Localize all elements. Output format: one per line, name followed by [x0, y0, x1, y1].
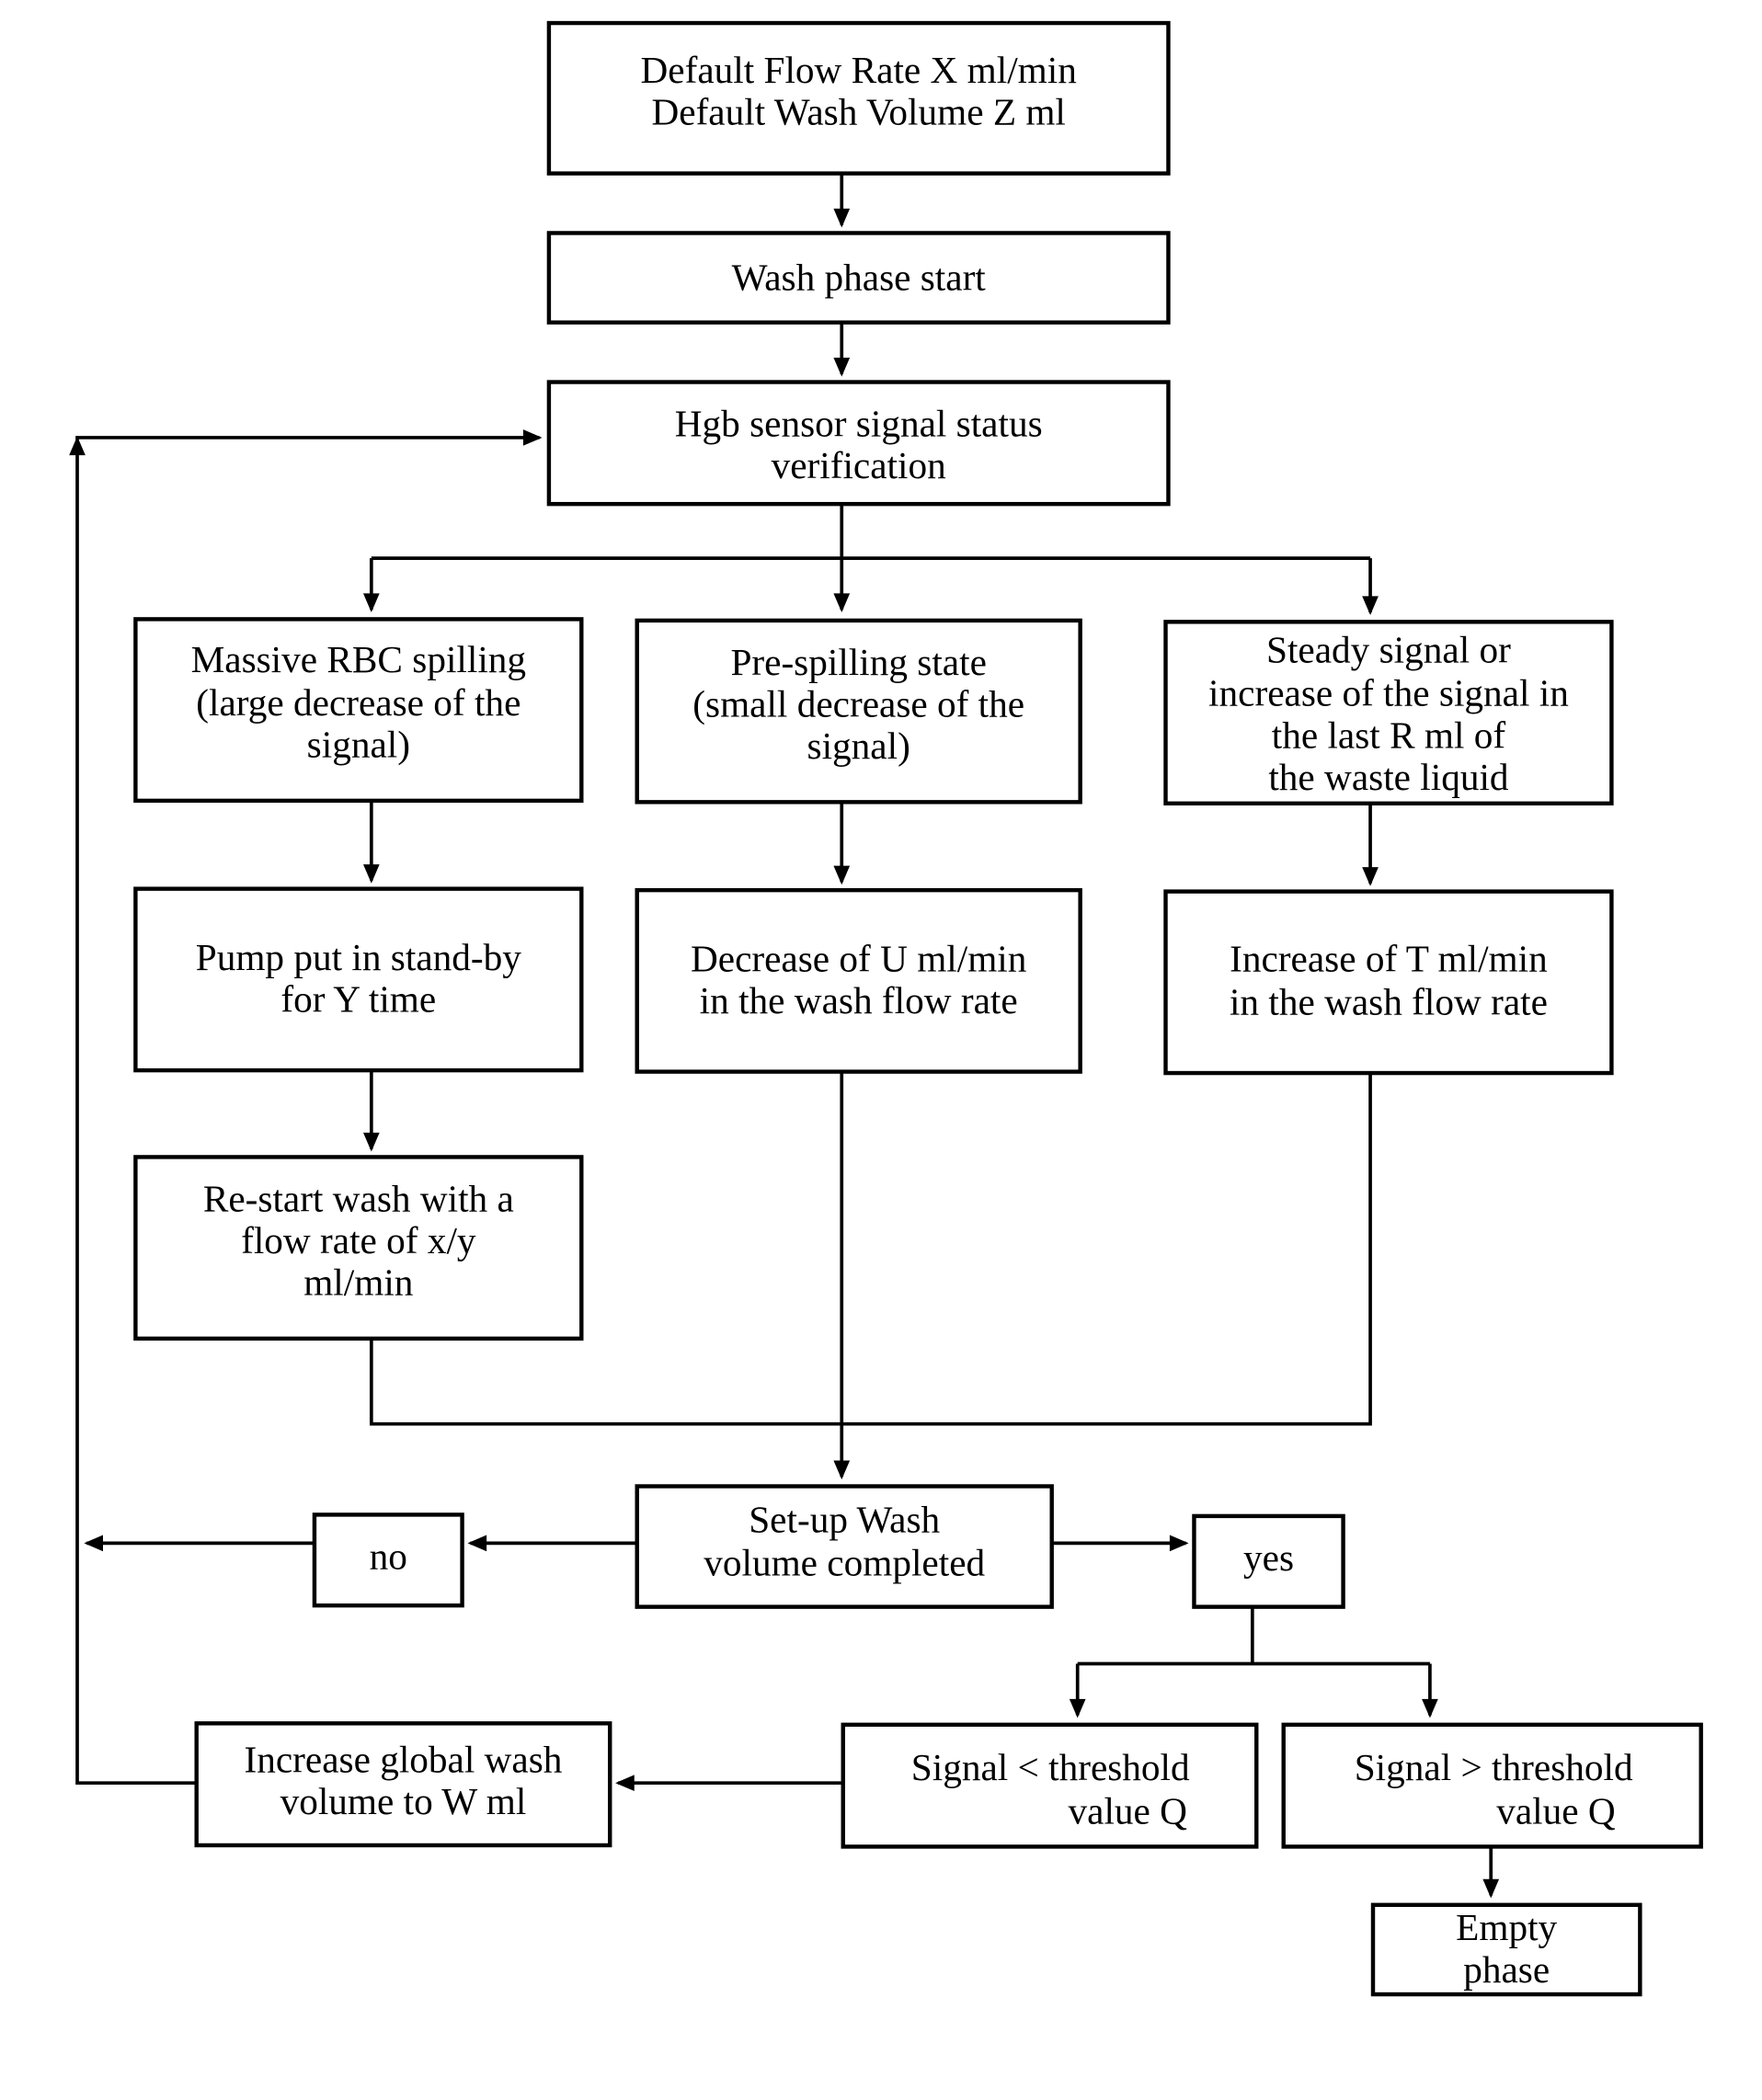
- node-signal-below: Signal < thresholdvalue Q: [841, 1722, 1259, 1849]
- node-label-line: Pre-spilling state: [730, 641, 986, 683]
- node-pre-spill: Pre-spilling state(small decrease of the…: [635, 618, 1082, 805]
- node-label-line: Increase of T ml/min: [1230, 938, 1548, 980]
- node-massive-spill: Massive RBC spilling(large decrease of t…: [133, 617, 584, 804]
- node-label-line: signal): [807, 725, 910, 768]
- node-label-line: Wash phase start: [732, 256, 987, 298]
- node-decrease-rate: Decrease of U ml/minin the wash flow rat…: [635, 887, 1082, 1074]
- arrowhead-icon: [1069, 1698, 1086, 1718]
- node-label-line: the waste liquid: [1268, 756, 1509, 798]
- node-yes: yes: [1192, 1513, 1345, 1609]
- node-label-line: in the wash flow rate: [1230, 981, 1548, 1023]
- node-hgb-check: Hgb sensor signal statusverification: [546, 380, 1171, 507]
- node-label-line: no: [370, 1535, 407, 1577]
- node-steady: Steady signal orincrease of the signal i…: [1163, 620, 1614, 806]
- node-label-line: value Q: [1496, 1789, 1616, 1832]
- node-label-line: flow rate of x/y: [241, 1219, 476, 1261]
- arrowhead-icon: [1422, 1698, 1438, 1718]
- node-increase-volume: Increase global washvolume to W ml: [194, 1721, 612, 1848]
- arrowhead-icon: [467, 1535, 487, 1552]
- node-defaults: Default Flow Rate X ml/minDefault Wash V…: [546, 20, 1171, 176]
- node-setup-complete: Set-up Washvolume completed: [635, 1484, 1054, 1609]
- arrowhead-icon: [833, 1460, 851, 1480]
- arrowhead-icon: [1362, 867, 1379, 886]
- node-label-line: Increase global wash: [244, 1738, 562, 1780]
- node-label-line: in the wash flow rate: [700, 979, 1018, 1021]
- node-wash-start: Wash phase start: [546, 231, 1171, 325]
- node-label-line: phase: [1463, 1948, 1550, 1991]
- node-signal-above: Signal > thresholdvalue Q: [1281, 1722, 1703, 1849]
- arrowhead-icon: [1169, 1535, 1189, 1552]
- arrowhead-icon: [522, 429, 543, 446]
- node-label-line: Default Wash Volume Z ml: [651, 91, 1065, 133]
- node-label-line: Steady signal or: [1266, 629, 1511, 671]
- arrowhead-icon: [84, 1535, 104, 1552]
- node-label-line: Decrease of U ml/min: [691, 938, 1026, 980]
- arrowhead-icon: [833, 865, 851, 885]
- node-pump-standby: Pump put in stand-byfor Y time: [133, 886, 584, 1073]
- node-label-line: value Q: [1069, 1789, 1188, 1832]
- node-label-line: yes: [1243, 1536, 1294, 1579]
- node-label-line: (small decrease of the: [692, 683, 1024, 726]
- node-label-line: Massive RBC spilling: [191, 638, 526, 680]
- arrowhead-icon: [362, 1132, 380, 1152]
- arrowhead-icon: [362, 864, 380, 884]
- node-label-line: Empty: [1456, 1906, 1557, 1948]
- arrowhead-icon: [833, 593, 851, 613]
- node-label-line: Hgb sensor signal status: [675, 402, 1043, 444]
- arrowhead-icon: [833, 358, 851, 377]
- arrowhead-icon: [615, 1775, 635, 1792]
- node-label-line: verification: [772, 444, 946, 486]
- flowchart: Default Flow Rate X ml/minDefault Wash V…: [69, 20, 1703, 1997]
- node-no: no: [312, 1512, 464, 1608]
- node-label-line: (large decrease of the: [196, 681, 521, 725]
- arrowhead-icon: [1362, 596, 1379, 615]
- node-label-line: increase of the signal in: [1208, 672, 1569, 714]
- node-label-line: Pump put in stand-by: [196, 936, 521, 978]
- arrowhead-icon: [833, 208, 851, 228]
- node-label-line: signal): [307, 724, 410, 767]
- node-label-line: for Y time: [280, 978, 436, 1021]
- node-label-line: Signal > threshold: [1355, 1746, 1633, 1788]
- node-label-line: Set-up Wash: [749, 1499, 940, 1541]
- arrowhead-icon: [362, 593, 380, 613]
- node-increase-rate: Increase of T ml/minin the wash flow rat…: [1163, 889, 1614, 1076]
- node-label-line: Re-start wash with a: [203, 1177, 514, 1219]
- node-label-line: volume completed: [704, 1542, 985, 1584]
- node-label-line: the last R ml of: [1272, 713, 1506, 756]
- node-label-line: Default Flow Rate X ml/min: [640, 49, 1076, 91]
- node-empty-phase: Emptyphase: [1370, 1902, 1642, 1997]
- node-restart-wash: Re-start wash with aflow rate of x/yml/m…: [133, 1155, 584, 1341]
- arrowhead-icon: [1482, 1878, 1500, 1899]
- nodes: Default Flow Rate X ml/minDefault Wash V…: [133, 20, 1703, 1997]
- node-label-line: ml/min: [303, 1261, 413, 1304]
- node-label-line: volume to W ml: [280, 1780, 527, 1822]
- node-label-line: Signal < threshold: [911, 1746, 1190, 1788]
